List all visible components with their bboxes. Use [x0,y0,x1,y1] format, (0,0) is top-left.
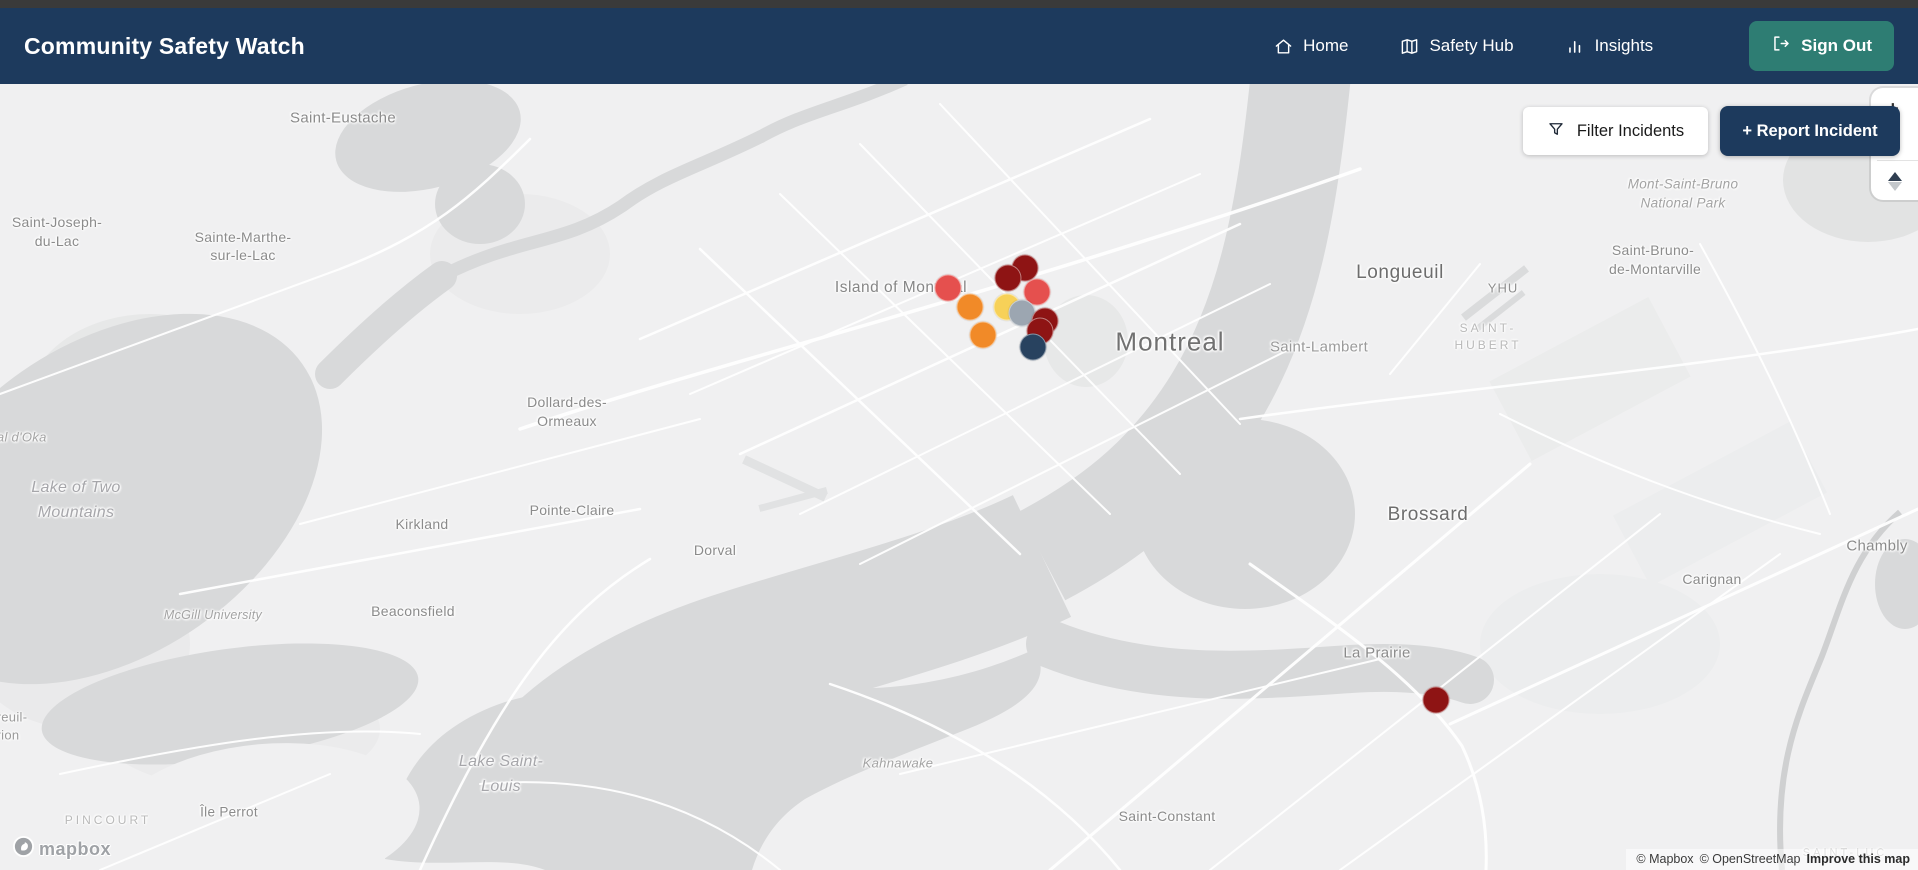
map-label: Saint-Constant [1118,808,1216,824]
map-label: YHU [1487,280,1519,296]
map-canvas [0,84,1918,870]
sign-out-label: Sign Out [1801,36,1872,55]
arrow-down-icon [1888,181,1902,191]
pitch-toggle-button[interactable] [1871,164,1918,198]
report-incident-label: + Report Incident [1742,121,1878,140]
app-title: Community Safety Watch [24,32,305,59]
map-attribution: © Mapbox © OpenStreetMap Improve this ma… [1626,849,1918,870]
filter-incidents-label: Filter Incidents [1576,121,1685,140]
sign-out-icon [1771,34,1790,58]
map-label: Lake Saint- [458,753,544,770]
map-label: PINCOURT [64,813,152,827]
nav-item-home[interactable]: Home [1274,36,1348,56]
map-label: Saint-Bruno- [1611,242,1695,258]
nav-item-safety-hub[interactable]: Safety Hub [1400,36,1514,56]
map-label: nal d'Oka [0,429,47,445]
osm-attribution-link[interactable]: © OpenStreetMap [1700,852,1801,866]
map-label: Île Perrot [200,804,258,820]
map-label: HUBERT [1454,338,1522,352]
mapbox-logo-icon [12,835,35,863]
map-label: sur-le-Lac [210,247,276,263]
map-label: Saint-Joseph- [11,214,103,230]
report-incident-button[interactable]: + Report Incident [1720,106,1900,156]
map-label: Sainte-Marthe- [194,229,292,245]
improve-map-link[interactable]: Improve this map [1807,852,1911,866]
incident-marker[interactable] [994,264,1022,292]
control-divider [1877,160,1918,161]
map-label: rion [0,727,20,743]
map-label: Montreal [1115,326,1225,357]
map-icon [1400,37,1419,56]
map-label: Saint-Lambert [1269,338,1369,356]
map-label: Louis [481,778,521,795]
map-label: La Prairie [1343,644,1411,662]
mapbox-logo[interactable]: mapbox [12,835,111,863]
incident-marker[interactable] [956,293,984,321]
map-label: Longueuil [1356,262,1444,283]
map-label: Ormeaux [537,413,597,429]
map-label: Chambly [1846,537,1908,555]
nav-item-label: Home [1303,36,1349,55]
map-label: de-Montarville [1608,261,1702,277]
map-label: Saint-Eustache [290,109,396,127]
main-nav: Home Safety Hub Insights Sign Out [1274,21,1894,71]
map-label: SAINT- [1459,321,1517,335]
nav-item-insights[interactable]: Insights [1566,36,1654,56]
bar-chart-icon [1566,37,1585,56]
mapbox-attribution-link[interactable]: © Mapbox [1636,852,1693,866]
incident-marker[interactable] [1422,686,1450,714]
map-label: Beaconsfield [371,603,455,619]
mapbox-logo-text: mapbox [39,838,112,859]
map-label: Kirkland [395,516,449,532]
sign-out-button[interactable]: Sign Out [1749,21,1894,71]
nav-item-label: Safety Hub [1429,36,1514,55]
incident-marker[interactable] [1019,333,1047,361]
header-bar: Community Safety Watch Home Safety Hub I… [0,8,1918,84]
window-top-strip [0,0,1918,8]
map-label: Mont-Saint-Bruno [1627,176,1739,192]
map-label: National Park [1640,195,1726,211]
map-region[interactable]: Saint-Eustache Sainte-Marthe-sur-le-Lac Sa… [0,84,1918,870]
map-label: Dollard-des- [527,394,607,410]
nav-item-label: Insights [1594,36,1654,55]
map-label: Mountains [37,504,115,521]
map-label: Pointe-Claire [529,502,615,518]
map-label: Kahnawake [862,755,934,771]
incident-marker[interactable] [934,274,962,302]
map-label: McGill University [163,608,263,622]
map-label: du-Lac [34,233,80,249]
arrow-up-icon [1888,171,1902,181]
map-label: Dorval [693,542,737,558]
funnel-icon [1547,120,1565,143]
map-label: Carignan [1682,571,1742,587]
map-label: reuil- [0,709,28,725]
map-label: Lake of Two [31,479,121,496]
home-icon [1274,37,1293,56]
map-label: Brossard [1387,504,1469,525]
filter-incidents-button[interactable]: Filter Incidents [1523,107,1708,155]
incident-marker[interactable] [969,321,997,349]
